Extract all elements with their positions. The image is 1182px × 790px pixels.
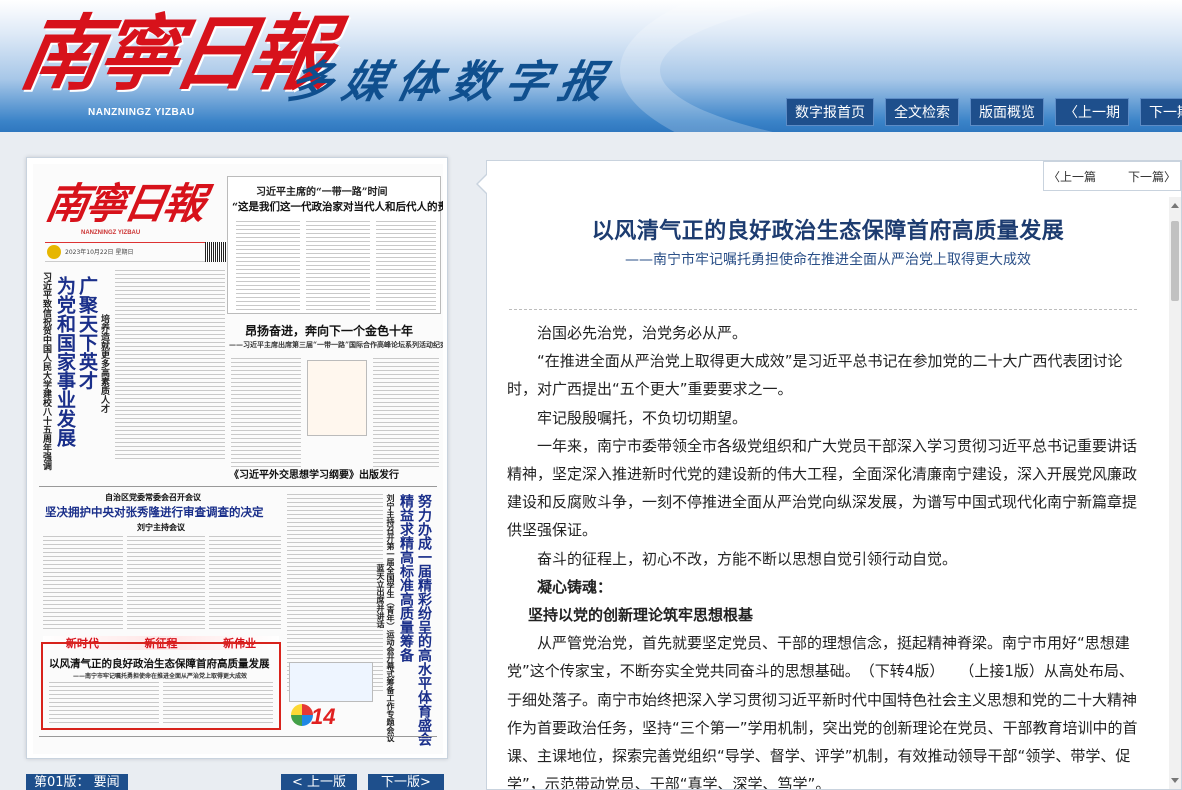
nav-overview-button[interactable]: 版面概览 bbox=[970, 98, 1044, 126]
paper-selected-article-hotspot[interactable]: 以风清气正的良好政治生态保障首府高质量发展 ——南宁市牢记嘱托勇担使命在推进全面… bbox=[41, 642, 281, 730]
article-scrollbar[interactable] bbox=[1169, 197, 1181, 789]
next-page-button[interactable]: 下一版> bbox=[368, 774, 444, 790]
paper-right-headline-1[interactable]: 精益求精高标准高质量筹备 bbox=[398, 494, 414, 662]
paper-book-line[interactable]: 《习近平外交思想学习纲要》出版发行 bbox=[229, 466, 399, 481]
nav-home-button[interactable]: 数字报首页 bbox=[786, 98, 874, 126]
top-nav: 数字报首页 全文检索 版面概览 〈上一期 下一期 bbox=[786, 98, 1182, 126]
paper-left-headline[interactable]: 坚决拥护中央对张秀隆进行审查调查的决定 bbox=[45, 504, 264, 520]
chevron-left-icon: 〈 bbox=[1048, 169, 1061, 184]
paper-masthead: 南寧日報 bbox=[42, 179, 207, 228]
article-paragraph: 一年来，南宁市委带领全市各级党组织和广大党员干部深入学习贯彻习近平总书记重要讲话… bbox=[507, 436, 1138, 540]
paper-emblem-icon bbox=[47, 245, 61, 259]
paper-sidebar-box bbox=[307, 360, 367, 436]
article-divider bbox=[509, 309, 1137, 310]
article-panel: 〈上一篇 下一篇〉 以风清气正的良好政治生态保障首府高质量发展 ——南宁市牢记嘱… bbox=[476, 160, 1182, 790]
next-article-link[interactable]: 下一篇〉 bbox=[1128, 168, 1176, 185]
paper-lead-headline-3: 培养造就更多高素质人才 bbox=[99, 314, 109, 413]
paper-divider bbox=[39, 486, 437, 487]
scroll-up-icon[interactable] bbox=[1171, 203, 1179, 208]
games-logo-icon bbox=[291, 704, 313, 726]
newspaper-page: 南寧日報 NANZNINGZ YIZBAU 2023年10月22日 星期日 习近… bbox=[33, 164, 443, 754]
paper-lead-headline-1: 为党和国家事业发展 bbox=[54, 276, 76, 447]
article-paragraph: 从严管党治党，首先就要坚定党员、干部的理想信念，挺起精神脊梁。南宁市用好“思想建… bbox=[507, 634, 1138, 789]
paper-left-byline: 刘宁主持会议 bbox=[137, 522, 185, 532]
nav-prev-issue-button[interactable]: 〈上一期 bbox=[1055, 98, 1129, 126]
paper-footer-divider bbox=[39, 736, 437, 737]
paper-lead-kicker: 习近平致信祝贺中国人民大学建校八十五周年强调 bbox=[41, 272, 51, 470]
paper-text-block bbox=[373, 358, 439, 468]
article-nav: 〈上一篇 下一篇〉 bbox=[1043, 161, 1181, 191]
article-section-heading: 凝心铸魂： bbox=[537, 577, 613, 596]
paper-top-headline: “这是我们这一代政治家对当代人和后代人的责任” bbox=[232, 201, 443, 213]
paper-text-block bbox=[43, 536, 123, 632]
nav-next-issue-button[interactable]: 下一期 bbox=[1140, 98, 1182, 126]
article-paragraph: “在推进全面从严治党上取得更大成效”是习近平总书记在参加党的二十大广西代表团讨论… bbox=[507, 352, 1123, 399]
site-header: 南寧日報 NANZNINGZ YIZBAU 多媒体数字报 数字报首页 全文检索 … bbox=[0, 0, 1182, 132]
paper-left-kicker: 自治区党委常委会召开会议 bbox=[105, 492, 201, 502]
article-subtitle: ——南宁市牢记嘱托勇担使命在推进全面从严治党上取得更大成效 bbox=[625, 252, 1031, 268]
paper-text-block bbox=[127, 536, 205, 632]
prev-article-link[interactable]: 〈上一篇 bbox=[1048, 168, 1096, 185]
paper-mid-headline[interactable]: 昂扬奋进，奔向下一个金色十年 bbox=[245, 322, 413, 339]
nav-search-button[interactable]: 全文检索 bbox=[885, 98, 959, 126]
paper-right-headline-2[interactable]: 努力办成一届精彩纷呈的高水平体育盛会 bbox=[416, 494, 432, 746]
paper-text-block bbox=[163, 682, 273, 726]
article-paragraph: 奋斗的征程上，初心不改，方能不断以思想自觉引领行动自觉。 bbox=[537, 549, 958, 568]
current-page-label[interactable]: 第01版： 要闻 bbox=[26, 774, 128, 790]
site-subtitle: 多媒体数字报 bbox=[283, 57, 619, 108]
article-paragraph: 牢记殷殷嘱托，不负切切期望。 bbox=[537, 408, 748, 427]
paper-masthead-info: 2023年10月22日 星期日 bbox=[45, 242, 225, 262]
paper-countdown-box bbox=[289, 662, 373, 702]
paper-text-block bbox=[231, 358, 301, 468]
site-logo-pinyin: NANZNINGZ YIZBAU bbox=[88, 107, 195, 118]
paper-countdown-number: 14 bbox=[311, 704, 336, 729]
prev-page-button[interactable]: < 上一版 bbox=[281, 774, 357, 790]
article-paragraph: 治国必先治党，治党务必从严。 bbox=[537, 324, 748, 342]
paper-mid-subheadline: ——习近平主席出席第三届“一带一路”国际合作高峰论坛系列活动纪实 bbox=[229, 340, 443, 349]
article-title: 以风清气正的良好政治生态保障首府高质量发展 bbox=[591, 219, 1065, 244]
panel-pointer-inner bbox=[478, 175, 487, 193]
paper-text-block bbox=[236, 221, 300, 311]
article-body: 治国必先治党，治党务必从严。 “在推进全面从严治党上取得更大成效”是习近平总书记… bbox=[507, 319, 1141, 789]
scroll-down-icon[interactable] bbox=[1171, 778, 1179, 783]
paper-selected-title: 以风清气正的良好政治生态保障首府高质量发展 bbox=[49, 658, 270, 670]
paper-selected-subtitle: ——南宁市牢记嘱托勇担使命在推进全面从严治党上取得更大成效 bbox=[73, 673, 248, 680]
paper-text-block bbox=[115, 270, 225, 460]
paper-text-block bbox=[376, 221, 436, 311]
paper-right-byline: 蓝天立出席并讲话 bbox=[376, 564, 386, 628]
scrollbar-thumb[interactable] bbox=[1171, 221, 1179, 301]
paper-masthead-pinyin: NANZNINGZ YIZBAU bbox=[81, 230, 141, 236]
chevron-right-icon: 〉 bbox=[1163, 169, 1176, 184]
paper-right-kicker: 刘宁主持召开第一届全国学生（青年）运动会开幕式筹备工作专题会议 bbox=[386, 494, 396, 742]
paper-text-block bbox=[306, 221, 370, 311]
newspaper-page-frame: 南寧日報 NANZNINGZ YIZBAU 2023年10月22日 星期日 习近… bbox=[26, 157, 448, 759]
paper-date: 2023年10月22日 星期日 bbox=[65, 249, 134, 256]
paper-text-block bbox=[209, 536, 281, 632]
paper-top-story[interactable]: 习近平主席的“一带一路”时间 “这是我们这一代政治家对当代人和后代人的责任” bbox=[227, 176, 443, 314]
barcode-icon bbox=[205, 242, 227, 262]
paper-text-block bbox=[49, 682, 159, 726]
article-section-subheading: 坚持以党的创新理论筑牢思想根基 bbox=[528, 606, 754, 625]
chevron-left-icon: 〈 bbox=[1064, 105, 1078, 121]
paper-top-kicker: 习近平主席的“一带一路”时间 bbox=[256, 187, 388, 198]
paper-lead-headline-2: 广聚天下英才 bbox=[76, 276, 98, 390]
